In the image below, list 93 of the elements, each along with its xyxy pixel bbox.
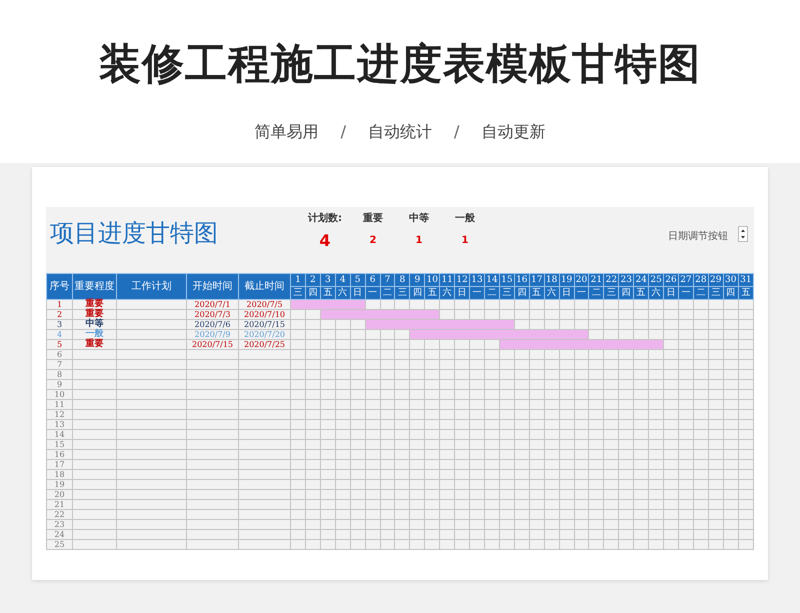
day-header: 15: [499, 274, 514, 286]
day-header: 26: [664, 274, 678, 286]
day-header: 27: [678, 274, 694, 286]
priority-count: 1: [462, 235, 468, 246]
row-number: 6: [56, 350, 62, 358]
day-header: 19: [559, 274, 574, 286]
column-header: 重要程度: [72, 274, 116, 300]
day-header: 22: [604, 274, 619, 286]
priority-count: 1: [416, 235, 422, 246]
sheet-title: 项目进度甘特图: [50, 218, 219, 249]
row-number: 9: [56, 380, 62, 388]
feature-label: 自动统计: [368, 122, 432, 143]
day-header: 8: [394, 274, 410, 286]
priority-label: 中等: [409, 212, 429, 225]
row-number: 11: [54, 400, 65, 408]
day-header: 5: [350, 274, 366, 286]
priority-label: 重要: [363, 212, 383, 225]
row-number: 23: [54, 520, 65, 528]
row-number: 3: [56, 320, 62, 328]
column-header: 开始时间: [186, 274, 238, 300]
feature-label: 简单易用: [254, 122, 319, 143]
start-date-cell: 2020/7/9: [194, 330, 230, 338]
row-number: 22: [54, 510, 65, 518]
row-number: 7: [56, 360, 62, 368]
end-date-cell: 2020/7/5: [246, 300, 282, 308]
feature-label: 自动更新: [481, 122, 546, 143]
column-header: 截止时间: [238, 274, 290, 300]
day-header: 7: [380, 274, 395, 286]
day-header: 1: [290, 274, 306, 286]
start-date-cell: 2020/7/3: [194, 310, 230, 318]
end-date-cell: 2020/7/25: [244, 340, 286, 348]
row-number: 18: [54, 470, 65, 478]
day-header: 24: [634, 274, 649, 286]
day-header: 17: [529, 274, 544, 286]
end-date-cell: 2020/7/10: [244, 310, 286, 318]
priority-cell: 重要: [86, 339, 104, 349]
day-header: 23: [618, 274, 634, 286]
day-header: 31: [738, 274, 754, 286]
day-header: 16: [514, 274, 530, 286]
day-header: 20: [574, 274, 589, 286]
row-number: 19: [54, 480, 65, 488]
priority-cell: 重要: [86, 309, 104, 319]
row-number: 20: [54, 490, 65, 498]
row-number: 5: [56, 340, 62, 348]
row-number: 24: [54, 530, 65, 538]
plan-count: 4: [319, 231, 331, 250]
day-header: 10: [424, 274, 440, 286]
row-number: 17: [54, 460, 65, 468]
row-number: 8: [56, 370, 62, 378]
row-number: 14: [54, 430, 65, 438]
end-date-cell: 2020/7/15: [244, 320, 286, 328]
row-number: 21: [54, 500, 65, 508]
spinner-icon[interactable]: [738, 226, 748, 242]
day-header: 9: [410, 274, 425, 286]
start-date-cell: 2020/7/1: [194, 300, 230, 308]
row-number: 15: [54, 440, 65, 448]
day-header: 4: [335, 274, 350, 286]
priority-cell: 中等: [86, 319, 104, 329]
column-header: 工作计划: [116, 274, 186, 300]
row-number: 1: [56, 300, 62, 308]
start-date-cell: 2020/7/15: [192, 340, 234, 348]
end-date-cell: 2020/7/20: [244, 330, 286, 338]
row-number: 4: [56, 330, 62, 338]
column-header: 序号: [46, 274, 72, 300]
day-header: 21: [588, 274, 604, 286]
plan-count-label: 计划数:: [308, 212, 342, 225]
priority-count: 2: [370, 235, 376, 246]
day-header: 3: [320, 274, 336, 286]
priority-cell: 一般: [86, 329, 104, 339]
start-date-cell: 2020/7/6: [194, 320, 230, 328]
row-number: 12: [54, 410, 65, 418]
separator: /: [454, 122, 460, 143]
row-number: 25: [54, 540, 65, 548]
day-header: 11: [440, 274, 455, 286]
day-header: 12: [454, 274, 470, 286]
row-number: 16: [54, 450, 65, 458]
priority-cell: 重要: [86, 299, 104, 309]
date-button-label: 日期调节按钮: [668, 230, 728, 243]
day-header: 13: [470, 274, 484, 286]
page-title: 装修工程施工进度表模板甘特图: [99, 38, 701, 90]
day-header: 18: [544, 274, 560, 286]
day-header: 28: [693, 274, 708, 286]
day-header: 25: [648, 274, 664, 286]
priority-label: 一般: [455, 212, 475, 225]
row-number: 13: [54, 420, 65, 428]
day-header: 30: [723, 274, 738, 286]
day-header: 29: [708, 274, 724, 286]
row-number: 10: [54, 390, 65, 398]
day-header: 2: [305, 274, 320, 286]
day-header: 14: [484, 274, 500, 286]
row-number: 2: [56, 310, 62, 318]
day-header: 6: [365, 274, 380, 286]
separator: /: [340, 122, 346, 143]
